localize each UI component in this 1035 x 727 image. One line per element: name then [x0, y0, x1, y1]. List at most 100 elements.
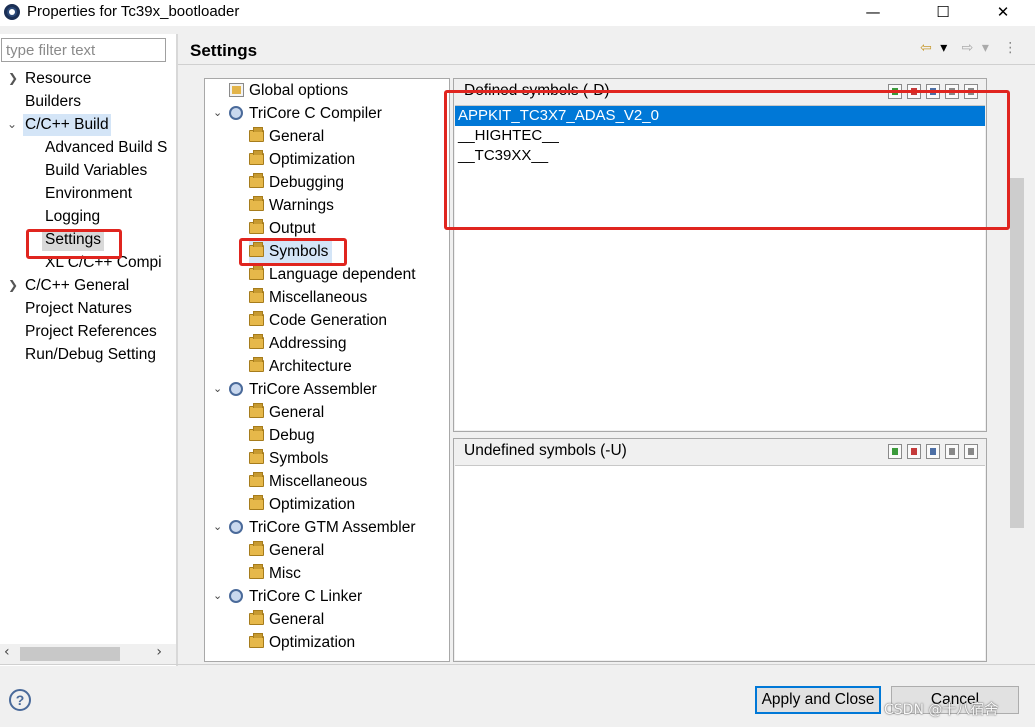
scroll-left-icon[interactable]: ‹: [4, 644, 10, 660]
folder-icon: [249, 242, 264, 257]
undefined-symbols-list[interactable]: [455, 465, 985, 660]
minimize-button[interactable]: —: [850, 0, 896, 26]
tree-item-tricore-c-linker[interactable]: TriCore C Linker: [229, 586, 362, 608]
tree-item-miscellaneous[interactable]: Miscellaneous: [249, 471, 367, 493]
list-item[interactable]: __TC39XX__: [455, 146, 985, 166]
help-icon[interactable]: ?: [9, 689, 31, 711]
edit-symbol-icon[interactable]: [926, 84, 940, 99]
tree-item-label: TriCore C Linker: [249, 588, 363, 605]
tree-item-tricore-gtm-assembler[interactable]: TriCore GTM Assembler: [229, 517, 416, 539]
tree-item-label: Optimization: [269, 634, 356, 651]
tree-item-addressing[interactable]: Addressing: [249, 333, 347, 355]
tree-item-label: Optimization: [269, 151, 356, 168]
delete-symbol-icon[interactable]: [907, 444, 921, 459]
move-down-icon[interactable]: [964, 444, 978, 459]
maximize-button[interactable]: ☐: [920, 0, 966, 26]
back-menu-icon[interactable]: ▾: [940, 40, 947, 56]
defined-symbols-title: Defined symbols (-D): [464, 82, 610, 99]
sidebar-item-run-debug[interactable]: Run/Debug Setting: [25, 344, 156, 366]
tree-item-optimization[interactable]: Optimization: [249, 494, 355, 516]
add-symbol-icon[interactable]: [888, 444, 902, 459]
symbols-panel: Defined symbols (-D) APPKIT_TC3X7_ADAS_V…: [452, 78, 1004, 664]
tree-item-language-dependent[interactable]: Language dependent: [249, 264, 416, 286]
sidebar-item-cpp-general[interactable]: C/C++ General: [25, 275, 129, 297]
chevron-right-icon[interactable]: ❯: [8, 278, 18, 292]
tree-item-architecture[interactable]: Architecture: [249, 356, 352, 378]
chevron-down-icon[interactable]: ⌄: [7, 117, 17, 131]
tree-item-debugging[interactable]: Debugging: [249, 172, 344, 194]
forward-arrow-icon[interactable]: ⇨: [962, 40, 974, 56]
tree-item-warnings[interactable]: Warnings: [249, 195, 334, 217]
tree-item-general[interactable]: General: [249, 609, 324, 631]
chevron-down-icon[interactable]: ⌄: [213, 520, 222, 533]
edit-symbol-icon[interactable]: [926, 444, 940, 459]
tool-settings-tree: Global options ⌄ TriCore C Compiler Gene…: [204, 78, 450, 662]
sidebar-item-environment[interactable]: Environment: [45, 183, 132, 205]
sidebar-item-settings[interactable]: Settings: [42, 229, 105, 251]
forward-menu-icon[interactable]: ▾: [982, 40, 989, 56]
sidebar-item-resource[interactable]: Resource: [25, 68, 91, 90]
tree-item-optimization[interactable]: Optimization: [249, 632, 355, 654]
move-up-icon[interactable]: [945, 84, 959, 99]
move-up-icon[interactable]: [945, 444, 959, 459]
defined-symbols-list[interactable]: APPKIT_TC3X7_ADAS_V2_0 __HIGHTEC__ __TC3…: [455, 105, 985, 430]
chevron-down-icon[interactable]: ⌄: [213, 106, 222, 119]
folder-icon: [249, 219, 264, 234]
tree-item-label: General: [269, 542, 325, 559]
tree-item-code-generation[interactable]: Code Generation: [249, 310, 387, 332]
navigation-toolbar: ⇦ ▾ ⇨ ▾ ⋮: [920, 40, 1021, 56]
list-item[interactable]: APPKIT_TC3X7_ADAS_V2_0: [455, 106, 985, 126]
view-menu-icon[interactable]: ⋮: [1003, 40, 1017, 56]
tree-item-debug[interactable]: Debug: [249, 425, 315, 447]
sidebar-item-advanced-build[interactable]: Advanced Build S: [45, 137, 167, 159]
back-arrow-icon[interactable]: ⇦: [920, 40, 932, 56]
tree-item-label: Optimization: [269, 496, 356, 513]
tree-item-misc[interactable]: Misc: [249, 563, 301, 585]
folder-icon: [249, 334, 264, 349]
folder-icon: [249, 541, 264, 556]
window-title: Properties for Tc39x_bootloader: [27, 3, 240, 20]
scroll-right-icon[interactable]: ›: [156, 644, 162, 660]
tree-item-symbols[interactable]: Symbols: [249, 241, 333, 263]
sidebar-item-build-variables[interactable]: Build Variables: [45, 160, 147, 182]
sidebar-item-cpp-build[interactable]: C/C++ Build: [23, 114, 111, 136]
tree-item-general[interactable]: General: [249, 540, 324, 562]
folder-icon: [249, 610, 264, 625]
undefined-symbols-header: Undefined symbols (-U): [454, 439, 986, 465]
chevron-down-icon[interactable]: ⌄: [213, 589, 222, 602]
title-bar: Properties for Tc39x_bootloader — ☐ ✕: [0, 0, 1035, 26]
tree-item-label: Miscellaneous: [269, 289, 368, 306]
delete-symbol-icon[interactable]: [907, 84, 921, 99]
folder-icon: [249, 311, 264, 326]
sidebar-item-project-natures[interactable]: Project Natures: [25, 298, 132, 320]
sidebar-item-builders[interactable]: Builders: [25, 91, 81, 113]
tree-item-global-options[interactable]: Global options: [229, 80, 348, 102]
folder-icon: [249, 633, 264, 648]
list-item[interactable]: __HIGHTEC__: [455, 126, 985, 146]
sidebar-item-logging[interactable]: Logging: [45, 206, 100, 228]
panel-vertical-scrollbar[interactable]: [1008, 78, 1026, 658]
tree-item-symbols[interactable]: Symbols: [249, 448, 328, 470]
tree-item-output[interactable]: Output: [249, 218, 316, 240]
tree-item-optimization[interactable]: Optimization: [249, 149, 355, 171]
chevron-right-icon[interactable]: ❯: [8, 71, 18, 85]
tree-item-tricore-c-compiler[interactable]: TriCore C Compiler: [229, 103, 382, 125]
tree-item-miscellaneous[interactable]: Miscellaneous: [249, 287, 367, 309]
tree-item-label: Symbols: [269, 243, 329, 260]
sidebar-item-xl-compiler[interactable]: XL C/C++ Compi: [45, 252, 162, 274]
scrollbar-thumb[interactable]: [1010, 178, 1024, 528]
add-symbol-icon[interactable]: [888, 84, 902, 99]
tool-gear-icon: [229, 106, 243, 120]
tree-item-general[interactable]: General: [249, 402, 324, 424]
sidebar-item-project-references[interactable]: Project References: [25, 321, 157, 343]
tree-item-label: Symbols: [269, 450, 329, 467]
close-button[interactable]: ✕: [980, 0, 1026, 26]
tree-item-general[interactable]: General: [249, 126, 324, 148]
tree-item-tricore-assembler[interactable]: TriCore Assembler: [229, 379, 377, 401]
apply-and-close-button[interactable]: Apply and Close: [755, 686, 881, 714]
scrollbar-thumb[interactable]: [20, 647, 120, 661]
panel-splitter[interactable]: [176, 34, 178, 666]
chevron-down-icon[interactable]: ⌄: [213, 382, 222, 395]
sidebar-horizontal-scrollbar[interactable]: ‹ ›: [0, 644, 176, 664]
move-down-icon[interactable]: [964, 84, 978, 99]
